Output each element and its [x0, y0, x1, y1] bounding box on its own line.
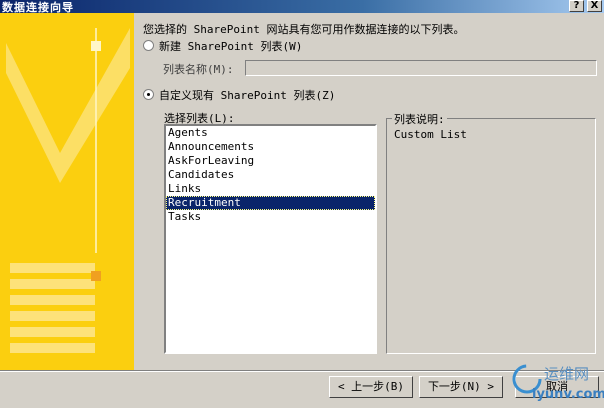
list-item[interactable]: Links	[166, 182, 375, 196]
list-item[interactable]: Candidates	[166, 168, 375, 182]
list-description-label: 列表说明:	[392, 111, 447, 127]
watermark-url: iyunv.com	[532, 387, 604, 402]
intro-text: 您选择的 SharePoint 网站具有您可用作数据连接的以下列表。	[143, 23, 465, 36]
next-button[interactable]: 下一步(N) >	[419, 376, 503, 398]
list-name-label: 列表名称(M):	[163, 63, 234, 76]
help-button[interactable]: ?	[569, 0, 584, 12]
list-description-group	[386, 118, 596, 354]
title-bar: 数据连接向导 ? X	[0, 0, 604, 14]
list-description-text: Custom List	[394, 128, 467, 141]
list-item[interactable]: Tasks	[166, 210, 375, 224]
wizard-banner-graphic	[0, 13, 134, 370]
radio-existing-list-label[interactable]: 自定义现有 SharePoint 列表(Z)	[159, 87, 335, 103]
radio-new-list[interactable]	[143, 40, 154, 51]
close-button[interactable]: X	[587, 0, 602, 12]
list-name-input[interactable]	[245, 60, 597, 76]
list-item[interactable]: AskForLeaving	[166, 154, 375, 168]
radio-new-list-label[interactable]: 新建 SharePoint 列表(W)	[159, 38, 302, 54]
back-button[interactable]: < 上一步(B)	[329, 376, 413, 398]
list-item[interactable]: Agents	[166, 126, 375, 140]
list-item[interactable]: Announcements	[166, 140, 375, 154]
list-item-selected[interactable]: Recruitment	[166, 196, 375, 210]
sharepoint-list-box[interactable]: Agents Announcements AskForLeaving Candi…	[164, 124, 377, 354]
watermark-name: 运维网	[544, 365, 590, 383]
radio-existing-list[interactable]	[143, 89, 154, 100]
